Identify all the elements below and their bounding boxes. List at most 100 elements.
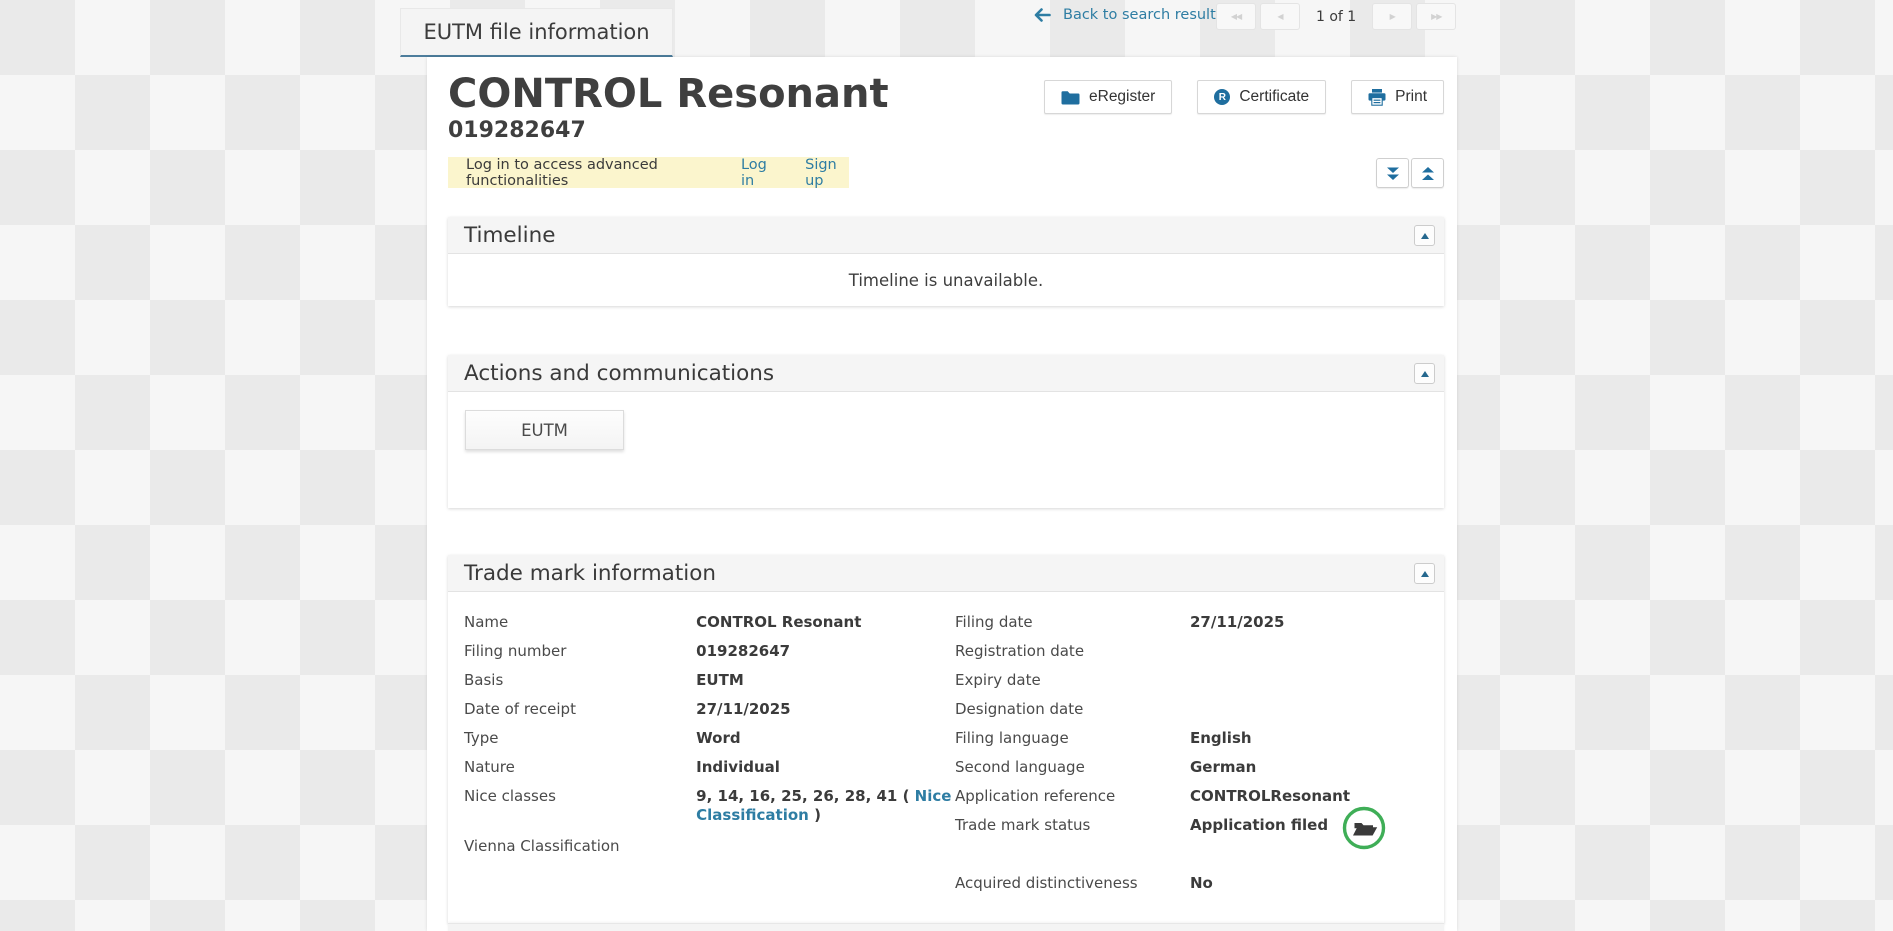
login-banner-message: Log in to access advanced functionalitie…	[466, 157, 706, 189]
field-row-name: Name CONTROL Resonant	[464, 611, 955, 640]
log-in-link[interactable]: Log in	[741, 157, 776, 189]
trademark-information-section: Trade mark information Name CONTROL Reso…	[448, 555, 1444, 923]
trademark-collapse-button[interactable]	[1414, 563, 1435, 584]
field-row-vienna-classification: Vienna Classification	[464, 835, 955, 864]
tab-eutm-file-information[interactable]: EUTM file information	[400, 8, 673, 57]
collapse-all-button[interactable]	[1411, 158, 1444, 188]
field-row-filing-date: Filing date 27/11/2025	[955, 611, 1452, 640]
actions-collapse-button[interactable]	[1414, 363, 1435, 384]
expand-all-button[interactable]	[1376, 158, 1409, 188]
field-row-trade-mark-status: Trade mark status Application filed	[955, 814, 1452, 860]
banner-row: Log in to access advanced functionalitie…	[448, 157, 1444, 188]
field-value: Individual	[696, 756, 955, 777]
next-icon: ▶	[1390, 12, 1395, 21]
timeline-section: Timeline Timeline is unavailable.	[448, 217, 1444, 306]
field-label: Basis	[464, 669, 696, 690]
trademark-section-title: Trade mark information	[464, 561, 716, 586]
last-icon: ▶▶	[1431, 12, 1441, 21]
results-pager: ◀◀ ◀ 1 of 1 ▶ ▶▶	[1216, 3, 1460, 30]
nice-classes-numbers: 9, 14, 16, 25, 26, 28, 41 (	[696, 787, 915, 805]
field-label: Second language	[955, 756, 1190, 777]
field-value: German	[1190, 756, 1452, 777]
folder-icon	[1061, 90, 1080, 105]
field-label: Name	[464, 611, 696, 632]
print-label: Print	[1395, 88, 1427, 106]
timeline-section-header: Timeline	[448, 217, 1444, 254]
eregister-label: eRegister	[1089, 88, 1155, 106]
field-label: Nature	[464, 756, 696, 777]
field-value: No	[1190, 872, 1452, 893]
field-row-second-language: Second language German	[955, 756, 1452, 785]
field-label: Acquired distinctiveness	[955, 872, 1190, 893]
nice-classes-suffix: )	[809, 806, 821, 824]
field-label: Expiry date	[955, 669, 1190, 690]
actions-section: Actions and communications EUTM	[448, 355, 1444, 508]
field-value	[1190, 669, 1452, 671]
field-value	[1190, 640, 1452, 642]
collapse-triangle-icon	[1421, 371, 1429, 377]
actions-body: EUTM	[448, 410, 1444, 508]
certificate-label: Certificate	[1239, 88, 1309, 106]
trademark-section-header: Trade mark information	[448, 555, 1444, 592]
tab-label: EUTM file information	[423, 20, 649, 44]
field-row-registration-date: Registration date	[955, 640, 1452, 669]
field-label: Filing number	[464, 640, 696, 661]
expand-collapse-controls	[1376, 158, 1444, 188]
field-value: Word	[696, 727, 955, 748]
back-to-search-results-link[interactable]: Back to search results	[1034, 7, 1223, 23]
field-value: 27/11/2025	[696, 698, 955, 719]
field-value: EUTM	[696, 669, 955, 690]
page-indicator: 1 of 1	[1316, 9, 1356, 25]
registered-icon: R	[1214, 89, 1230, 105]
field-value	[696, 835, 955, 837]
trademark-fields-right-column: Filing date 27/11/2025 Registration date…	[955, 611, 1452, 901]
field-label: Trade mark status	[955, 814, 1190, 835]
field-value	[1190, 698, 1452, 700]
trademark-title: CONTROL Resonant	[448, 72, 1044, 116]
field-row-filing-number: Filing number 019282647	[464, 640, 955, 669]
field-row-expiry-date: Expiry date	[955, 669, 1452, 698]
actions-section-title: Actions and communications	[464, 361, 774, 386]
field-label: Designation date	[955, 698, 1190, 719]
next-result-button[interactable]: ▶	[1372, 3, 1412, 30]
field-value: CONTROL Resonant	[696, 611, 955, 632]
printer-icon	[1368, 89, 1386, 106]
timeline-empty-message: Timeline is unavailable.	[849, 271, 1043, 290]
field-row-filing-language: Filing language English	[955, 727, 1452, 756]
eregister-button[interactable]: eRegister	[1044, 80, 1172, 114]
field-value: English	[1190, 727, 1452, 748]
last-result-button[interactable]: ▶▶	[1416, 3, 1456, 30]
field-label: Filing language	[955, 727, 1190, 748]
field-value: 019282647	[696, 640, 955, 661]
field-row-nice-classes: Nice classes 9, 14, 16, 25, 26, 28, 41 (…	[464, 785, 955, 835]
field-label: Filing date	[955, 611, 1190, 632]
actions-section-header: Actions and communications	[448, 355, 1444, 392]
field-label: Type	[464, 727, 696, 748]
first-result-button[interactable]: ◀◀	[1216, 3, 1256, 30]
double-chevron-down-icon	[1386, 166, 1400, 181]
field-value: CONTROLResonant	[1190, 785, 1452, 806]
back-link-label: Back to search results	[1063, 7, 1223, 23]
field-row-type: Type Word	[464, 727, 955, 756]
eutm-tab-label: EUTM	[521, 421, 568, 440]
next-section-header-cutoff	[448, 923, 1444, 931]
timeline-collapse-button[interactable]	[1414, 225, 1435, 246]
trademark-filing-number: 019282647	[448, 118, 1044, 144]
certificate-button[interactable]: R Certificate	[1197, 80, 1326, 114]
field-label: Registration date	[955, 640, 1190, 661]
first-icon: ◀◀	[1231, 12, 1241, 21]
field-label: Vienna Classification	[464, 835, 696, 856]
previous-result-button[interactable]: ◀	[1260, 3, 1300, 30]
sign-up-link[interactable]: Sign up	[805, 157, 849, 189]
print-button[interactable]: Print	[1351, 80, 1444, 114]
collapse-triangle-icon	[1421, 571, 1429, 577]
timeline-body: Timeline is unavailable.	[448, 254, 1444, 306]
field-row-nature: Nature Individual	[464, 756, 955, 785]
back-arrow-icon	[1034, 8, 1051, 22]
field-label: Application reference	[955, 785, 1190, 806]
trademark-fields: Name CONTROL Resonant Filing number 0192…	[448, 592, 1444, 923]
eutm-tab-button[interactable]: EUTM	[465, 410, 624, 450]
header-row: CONTROL Resonant 019282647 eRegister R C…	[448, 72, 1444, 144]
field-row-designation-date: Designation date	[955, 698, 1452, 727]
field-row-date-of-receipt: Date of receipt 27/11/2025	[464, 698, 955, 727]
